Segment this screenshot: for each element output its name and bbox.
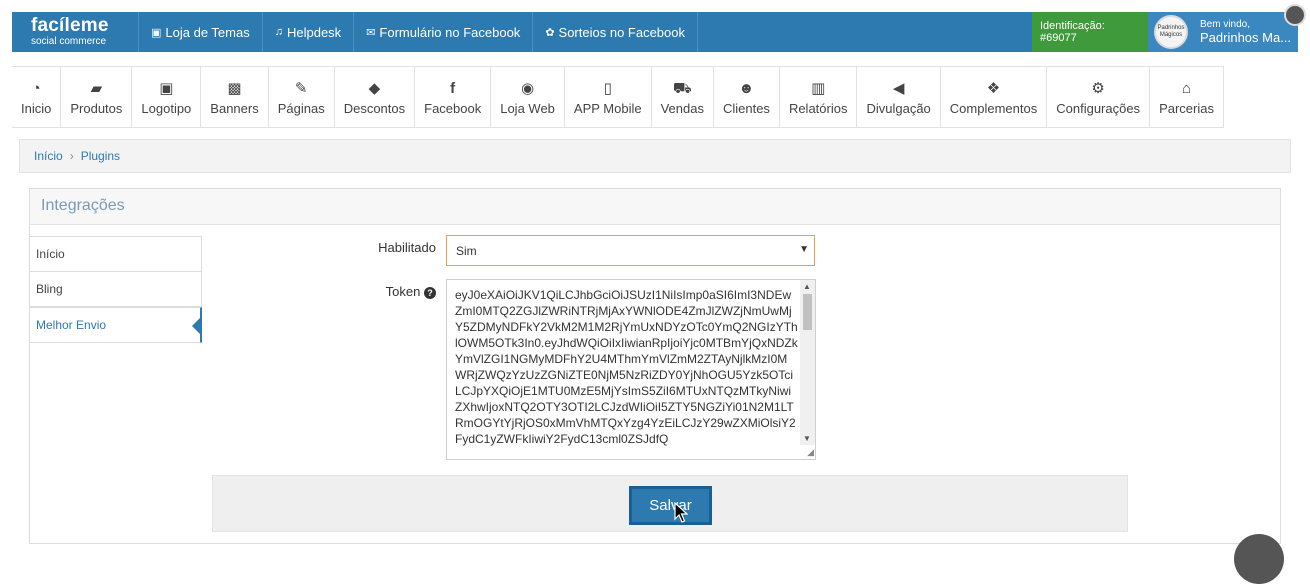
nav-item-clientes[interactable]: ☻ Clientes [714, 67, 780, 127]
users-icon: ☻ [738, 79, 755, 97]
nav-item-banners[interactable]: ▩ Banners [201, 67, 269, 127]
logo[interactable]: facíleme social commerce [12, 12, 138, 52]
nav-label: Descontos [343, 100, 406, 116]
nav-item-loja-web[interactable]: ◉ Loja Web [491, 67, 565, 127]
nav-item-relatorios[interactable]: ▥ Relatórios [780, 67, 858, 127]
nav-item-facebook[interactable]: f Facebook [415, 67, 492, 127]
enabled-select-value: Sim [456, 243, 477, 258]
nav-item-paginas[interactable]: ✎ Páginas [269, 67, 335, 127]
gift-icon: ✿ [545, 26, 555, 39]
top-link-label: Sorteios no Facebook [558, 24, 685, 40]
nav-label: Parcerias [1159, 100, 1214, 116]
image-file-icon: ▣ [159, 79, 174, 97]
sidetab-melhor-envio[interactable]: Melhor Envio [30, 307, 202, 343]
save-button[interactable]: Salvar [629, 486, 712, 525]
form-footer: Salvar [212, 475, 1128, 532]
bar-chart-icon: ▥ [811, 79, 826, 97]
nav-label: Clientes [722, 100, 770, 116]
nav-label: Logotipo [141, 100, 192, 116]
breadcrumb-separator: › [69, 149, 74, 163]
chevron-down-icon: ▼ [799, 244, 809, 255]
logo-name: facíleme [31, 15, 109, 36]
top-bar-spacer [697, 12, 1032, 52]
breadcrumb-current[interactable]: Plugins [81, 149, 120, 163]
nav-item-vendas[interactable]: ⛟ Vendas [652, 67, 714, 127]
nav-item-complementos[interactable]: ❖ Complementos [941, 67, 1048, 127]
globe-icon: ◉ [521, 79, 535, 97]
edit-icon: ✎ [294, 79, 308, 97]
scroll-down-icon[interactable]: ▼ [803, 434, 811, 443]
nav-label: Facebook [424, 100, 482, 116]
mouse-cursor-icon [674, 502, 688, 523]
nav-label: Configurações [1056, 100, 1141, 116]
headphones-icon: ♫ [274, 26, 283, 38]
facebook-icon: f [450, 79, 456, 97]
top-link-label: Loja de Temas [165, 24, 250, 40]
panel-title: Integrações [30, 189, 1280, 225]
top-link-helpdesk[interactable]: ♫ Helpdesk [261, 12, 353, 52]
bullhorn-icon: ◀ [892, 79, 905, 97]
token-value: eyJ0eXAiOiJKV1QiLCJhbGciOiJSUzI1NiIsImp0… [455, 288, 798, 446]
breadcrumb: Início › Plugins [19, 139, 1291, 173]
nav-label: Páginas [277, 100, 325, 116]
mobile-icon: ▯ [603, 79, 612, 97]
main-nav: ◔ Inicio ▰ Produtos ▣ Logotipo ▩ Banners ✎ Pá… [12, 66, 1224, 128]
avatar: Padrinhos Mágicos [1154, 15, 1188, 49]
nav-label: Vendas [660, 100, 704, 116]
token-label: Token [385, 284, 421, 299]
integrations-panel: Integrações Início Bling Melhor Envio Ha… [29, 188, 1281, 544]
user-menu[interactable]: Padrinhos Mágicos Bem vindo, Padrinhos M… [1148, 12, 1298, 52]
scroll-thumb[interactable] [803, 294, 812, 330]
nav-item-descontos[interactable]: ◆ Descontos [335, 67, 416, 127]
close-icon[interactable] [1284, 4, 1306, 26]
token-scrollbar[interactable]: ▲ ▼ [800, 280, 815, 445]
nav-item-parcerias[interactable]: ⌂ Parcerias [1150, 67, 1224, 127]
nav-label: Relatórios [788, 100, 848, 116]
nav-item-produtos[interactable]: ▰ Produtos [61, 67, 133, 127]
identification-badge: Identificação: #69077 [1032, 12, 1148, 52]
welcome-text: Bem vindo, [1200, 19, 1251, 30]
top-link-loja-de-temas[interactable]: ▣ Loja de Temas [138, 12, 262, 52]
nav-item-divulgacao[interactable]: ◀ Divulgação [857, 67, 941, 127]
question-circle-icon[interactable]: ? [424, 287, 436, 299]
dashboard-icon: ◔ [31, 79, 41, 97]
logo-tagline: social commerce [31, 36, 107, 47]
chat-widget-icon[interactable] [1234, 534, 1284, 584]
top-bar: facíleme social commerce ▣ Loja de Temas… [12, 4, 1306, 52]
nav-item-configuracoes[interactable]: ⚙ Configurações [1047, 67, 1151, 127]
sidetab-inicio[interactable]: Início [30, 236, 202, 272]
token-textarea[interactable]: eyJ0eXAiOiJKV1QiLCJhbGciOiJSUzI1NiIsImp0… [446, 279, 816, 460]
cart-icon: ⛟ [672, 79, 692, 97]
enabled-label: Habilitado [378, 240, 436, 255]
breadcrumb-home[interactable]: Início [34, 149, 63, 163]
top-link-formulario-facebook[interactable]: ✉ Formulário no Facebook [353, 12, 532, 52]
nav-item-inicio[interactable]: ◔ Inicio [12, 67, 62, 127]
folder-icon: ▰ [90, 79, 103, 97]
cubes-icon: ❖ [986, 79, 1001, 97]
nav-label: Banners [210, 100, 259, 116]
nav-item-logotipo[interactable]: ▣ Logotipo [132, 67, 202, 127]
nav-label: APP Mobile [573, 100, 642, 116]
bank-icon: ⌂ [1181, 79, 1192, 97]
top-link-sorteios-facebook[interactable]: ✿ Sorteios no Facebook [532, 12, 697, 52]
top-link-label: Formulário no Facebook [379, 24, 521, 40]
scroll-up-icon[interactable]: ▲ [803, 282, 811, 291]
enabled-select[interactable]: Sim ▼ [446, 235, 815, 266]
top-link-label: Helpdesk [286, 24, 342, 40]
resize-grip-icon[interactable]: ◢ [807, 447, 814, 458]
cogs-icon: ⚙ [1091, 79, 1105, 97]
nav-label: Produtos [70, 100, 123, 116]
picture-icon: ▩ [227, 79, 242, 97]
nav-label: Loja Web [500, 100, 555, 116]
envelope-icon: ✉ [366, 26, 376, 39]
nav-item-app-mobile[interactable]: ▯ APP Mobile [565, 67, 652, 127]
nav-label: Divulgação [866, 100, 931, 116]
nav-label: Complementos [949, 100, 1038, 116]
tags-icon: ◆ [368, 79, 381, 97]
token-label-group: Token ? [330, 284, 436, 299]
sidetab-bling[interactable]: Bling [30, 271, 202, 307]
image-icon: ▣ [151, 26, 162, 39]
nav-label: Inicio [21, 100, 52, 116]
user-name: Padrinhos Ma... [1200, 30, 1292, 45]
